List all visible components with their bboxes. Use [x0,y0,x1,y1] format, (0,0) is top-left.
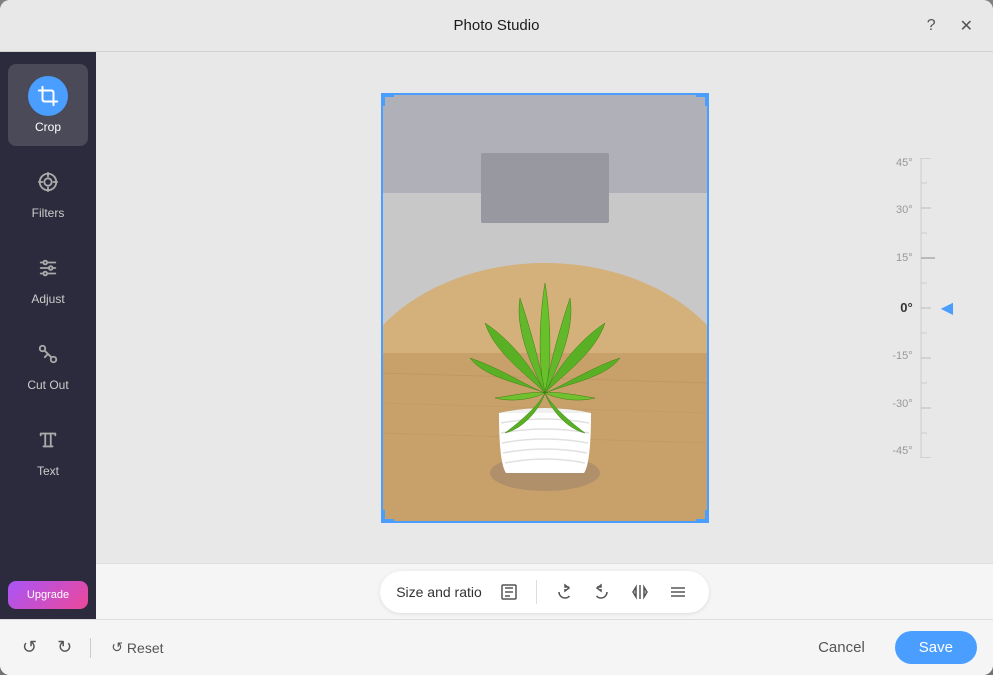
flip-h-button[interactable] [625,577,655,607]
undo-button[interactable]: ↺ [16,631,43,664]
sidebar-label-cutout: Cut Out [27,378,68,392]
cutout-icon [37,343,59,365]
adjust-icon-container [28,248,68,288]
sidebar-item-cutout[interactable]: Cut Out [8,322,88,404]
text-icon-container [28,420,68,460]
crop-icon-container [28,76,68,116]
action-right: Cancel Save [798,631,977,664]
app-window: Photo Studio ? ✕ Crop [0,0,993,675]
filters-icon-container [28,162,68,202]
sidebar-bottom: Upgrade [0,571,96,619]
ruler-label-n45: -45° [892,446,912,457]
reset-label: Reset [127,640,164,656]
ruler-label-0: 0° [900,301,912,314]
rotate-cw-icon [555,583,573,601]
ruler-label-15: 15° [896,253,913,264]
cutout-icon-container [28,334,68,374]
image-display [381,93,709,523]
rotate-ccw-button[interactable] [587,577,617,607]
sidebar-item-adjust[interactable]: Adjust [8,236,88,318]
upgrade-button[interactable]: Upgrade [8,581,88,609]
title-bar-controls: ? ✕ [923,12,977,40]
rotate-cw-button[interactable] [549,577,579,607]
ruler-label-45: 45° [896,158,913,169]
action-bar: ↺ ↻ ↺ Reset Cancel Save [0,619,993,675]
ruler-ticks [919,158,935,458]
size-ratio-icon [500,583,518,601]
reset-icon: ↺ [111,639,123,656]
align-button[interactable] [663,577,693,607]
sidebar-item-text[interactable]: Text [8,408,88,490]
save-button[interactable]: Save [895,631,977,664]
adjust-icon [37,257,59,279]
ruler-scale: 45° 30° 15° 0° -15° -30° -45° [892,158,912,458]
redo-button[interactable]: ↻ [51,631,78,664]
cancel-button[interactable]: Cancel [798,631,885,664]
ruler-label-n30: -30° [892,399,912,410]
text-icon [37,429,59,451]
sidebar-item-filters[interactable]: Filters [8,150,88,232]
sidebar-label-filters: Filters [32,206,65,220]
sidebar-label-adjust: Adjust [31,292,64,306]
ruler-label-30: 30° [896,205,913,216]
canvas-workspace: 45° 30° 15° 0° -15° -30° -45° [96,52,993,563]
sidebar-label-crop: Crop [35,120,61,134]
canvas-area: 45° 30° 15° 0° -15° -30° -45° [96,52,993,619]
sidebar-label-text: Text [37,464,59,478]
ruler-ticks-svg [919,158,935,458]
help-button[interactable]: ? [923,13,940,39]
align-icon [669,583,687,601]
sidebar-item-crop[interactable]: Crop [8,64,88,146]
crop-icon [37,85,59,107]
app-title: Photo Studio [454,17,540,34]
bottom-toolbar: Size and ratio [96,563,993,619]
ruler-label-n15: -15° [892,351,912,362]
toolbar-main: Size and ratio [380,571,709,613]
main-content: Crop Filters [0,52,993,619]
sidebar: Crop Filters [0,52,96,619]
size-ratio-button[interactable] [494,577,524,607]
image-container[interactable] [381,93,709,523]
rotate-ccw-icon [593,583,611,601]
action-left: ↺ ↻ ↺ Reset [16,631,172,664]
image-svg [381,93,709,523]
flip-h-icon [631,583,649,601]
size-ratio-label: Size and ratio [396,584,482,600]
close-button[interactable]: ✕ [956,12,977,40]
action-divider [90,638,91,658]
toolbar-divider-1 [536,580,537,604]
filters-icon [37,171,59,193]
ruler-container: 45° 30° 15° 0° -15° -30° -45° [892,158,953,458]
title-bar: Photo Studio ? ✕ [0,0,993,52]
reset-button[interactable]: ↺ Reset [103,633,171,662]
ruler-pointer: ◀ [941,298,953,318]
